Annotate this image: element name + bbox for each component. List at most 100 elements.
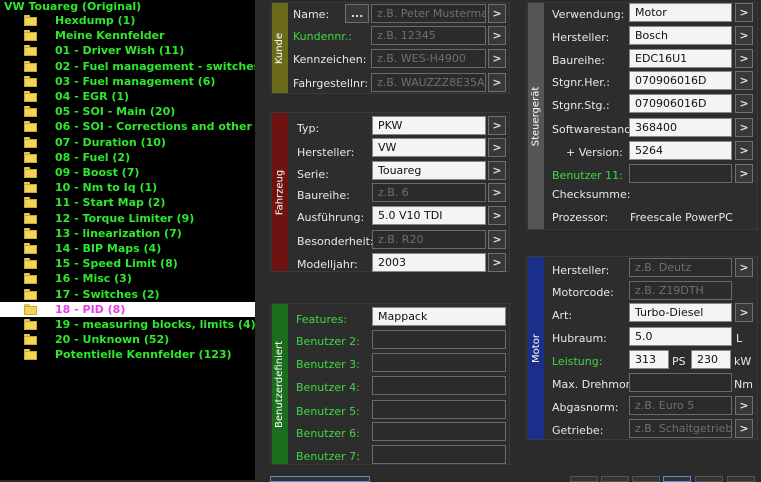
benutzer11-label: Benutzer 11: <box>552 169 623 182</box>
stgnr-her-arrow-button[interactable]: > <box>735 71 753 90</box>
bottom-action-button-2[interactable] <box>570 476 598 482</box>
drehmom-field[interactable] <box>629 373 732 392</box>
fahrzeug-section-title: Fahrzeug <box>274 169 286 215</box>
abgasnorm-arrow-button[interactable]: > <box>735 396 753 415</box>
steuer-section-title: Steuergerät <box>530 86 542 146</box>
bottom-action-button-6[interactable] <box>695 476 723 482</box>
fz-baureihe-arrow-button[interactable]: > <box>488 183 506 202</box>
tree-item[interactable]: 02 - Fuel management - switches (4 <box>0 59 255 74</box>
motorcode-label: Motorcode: <box>552 286 614 299</box>
kundennr-field[interactable]: z.B. 12345 <box>371 26 486 45</box>
benutzer4-field[interactable] <box>372 376 506 395</box>
motor-section-bar: Motor <box>528 257 544 439</box>
fahrgestell-field[interactable]: z.B. WAUZZZ8E35A235 <box>371 73 486 92</box>
version-field[interactable]: 5264 <box>629 141 732 160</box>
project-tree[interactable]: VW Touareg (Original) Hexdump (1) Meine K… <box>0 0 255 480</box>
typ-field[interactable]: PKW <box>372 116 486 135</box>
benutzer3-field[interactable] <box>372 353 506 372</box>
stgnr-stg-field[interactable]: 070906016D <box>629 94 732 113</box>
version-label: + Version: <box>566 146 623 159</box>
tree-item[interactable]: 08 - Fuel (2) <box>0 150 255 165</box>
name-arrow-button[interactable]: > <box>488 4 506 23</box>
fz-hersteller-arrow-button[interactable]: > <box>488 138 506 157</box>
tree-root-label[interactable]: VW Touareg (Original) <box>4 0 141 13</box>
tree-item[interactable]: 19 - measuring blocks, limits (4) <box>0 317 255 332</box>
bottom-action-button-3[interactable] <box>601 476 629 482</box>
tree-item-label: 16 - Misc (3) <box>55 272 132 286</box>
tree-item[interactable]: 03 - Fuel management (6) <box>0 74 255 89</box>
serie-field[interactable]: Touareg <box>372 161 486 180</box>
kennzeichen-field[interactable]: z.B. WES-H4900 <box>371 49 486 68</box>
tree-item[interactable]: 18 - PID (8) <box>0 301 255 317</box>
sg-hersteller-field[interactable]: Bosch <box>629 26 732 45</box>
bottom-action-button-7[interactable] <box>727 476 755 482</box>
abgasnorm-field[interactable]: z.B. Euro 5 <box>629 396 732 415</box>
features-field[interactable]: Mappack <box>372 307 506 326</box>
serie-arrow-button[interactable]: > <box>488 161 506 180</box>
bottom-action-button-1[interactable] <box>270 476 370 482</box>
benutzer6-field[interactable] <box>372 422 506 441</box>
tree-item[interactable]: 10 - Nm to Iq (1) <box>0 180 255 195</box>
bottom-action-button-5[interactable] <box>663 476 691 482</box>
tree-item[interactable]: 13 - linearization (7) <box>0 226 255 241</box>
benutzer11-arrow-button[interactable]: > <box>735 164 753 183</box>
tree-item[interactable]: 20 - Unknown (52) <box>0 332 255 347</box>
sg-baureihe-arrow-button[interactable]: > <box>735 49 753 68</box>
softwarestand-arrow-button[interactable]: > <box>735 118 753 137</box>
version-arrow-button[interactable]: > <box>735 141 753 160</box>
tree-item[interactable]: 17 - Switches (2) <box>0 287 255 302</box>
besonderheit-arrow-button[interactable]: > <box>488 230 506 249</box>
bottom-action-button-4[interactable] <box>632 476 660 482</box>
folder-icon <box>24 288 37 300</box>
name-field[interactable]: z.B. Peter Mustermann <box>371 4 486 23</box>
typ-arrow-button[interactable]: > <box>488 116 506 135</box>
softwarestand-field[interactable]: 368400 <box>629 118 732 137</box>
kundennr-arrow-button[interactable]: > <box>488 26 506 45</box>
tree-item-label: Meine Kennfelder <box>55 29 165 43</box>
tree-item[interactable]: 01 - Driver Wish (11) <box>0 43 255 58</box>
tree-item[interactable]: 07 - Duration (10) <box>0 135 255 150</box>
tree-item[interactable]: Potentielle Kennfelder (123) <box>0 347 255 362</box>
tree-item[interactable]: 04 - EGR (1) <box>0 89 255 104</box>
ausfuehrung-arrow-button[interactable]: > <box>488 206 506 225</box>
modelljahr-arrow-button[interactable]: > <box>488 253 506 272</box>
benutzer2-field[interactable] <box>372 330 506 349</box>
fahrgestell-arrow-button[interactable]: > <box>488 73 506 92</box>
tree-item[interactable]: 12 - Torque Limiter (9) <box>0 211 255 226</box>
art-field[interactable]: Turbo-Diesel <box>629 303 732 322</box>
sg-hersteller-arrow-button[interactable]: > <box>735 26 753 45</box>
sg-baureihe-field[interactable]: EDC16U1 <box>629 49 732 68</box>
stgnr-her-field[interactable]: 070906016D <box>629 71 732 90</box>
leistung-kw-field[interactable]: 230 <box>691 350 731 369</box>
besonderheit-field[interactable]: z.B. R20 <box>372 230 486 249</box>
getriebe-arrow-button[interactable]: > <box>735 419 753 438</box>
tree-item[interactable]: 09 - Boost (7) <box>0 165 255 180</box>
ausfuehrung-field[interactable]: 5.0 V10 TDI <box>372 206 486 225</box>
fz-hersteller-field[interactable]: VW <box>372 138 486 157</box>
modelljahr-field[interactable]: 2003 <box>372 253 486 272</box>
tree-item[interactable]: 06 - SOI - Corrections and other (25 <box>0 119 255 134</box>
benutzer5-field[interactable] <box>372 400 506 419</box>
tree-item[interactable]: 05 - SOI - Main (20) <box>0 104 255 119</box>
tree-item[interactable]: 15 - Speed Limit (8) <box>0 256 255 271</box>
tree-item[interactable]: 16 - Misc (3) <box>0 271 255 286</box>
motor-hersteller-arrow-button[interactable]: > <box>735 258 753 277</box>
tree-item[interactable]: Hexdump (1) <box>0 13 255 28</box>
tree-item[interactable]: 11 - Start Map (2) <box>0 195 255 210</box>
benutzer11-field[interactable] <box>629 164 732 183</box>
motor-hersteller-field[interactable]: z.B. Deutz <box>629 258 732 277</box>
fz-baureihe-field[interactable]: z.B. 6 <box>372 183 486 202</box>
getriebe-field[interactable]: z.B. Schaltgetriebe <box>629 419 732 438</box>
verwendung-field[interactable]: Motor <box>629 3 732 22</box>
hubraum-field[interactable]: 5.0 <box>629 327 732 346</box>
stgnr-stg-arrow-button[interactable]: > <box>735 94 753 113</box>
art-arrow-button[interactable]: > <box>735 303 753 322</box>
leistung-ps-field[interactable]: 313 <box>629 350 669 369</box>
tree-item[interactable]: Meine Kennfelder <box>0 28 255 43</box>
verwendung-arrow-button[interactable]: > <box>735 3 753 22</box>
motorcode-field[interactable]: z.B. Z19DTH <box>629 281 732 300</box>
kennzeichen-arrow-button[interactable]: > <box>488 49 506 68</box>
tree-item[interactable]: 14 - BIP Maps (4) <box>0 241 255 256</box>
benutzer7-field[interactable] <box>372 445 506 464</box>
name-picker-button[interactable]: ... <box>345 4 369 23</box>
